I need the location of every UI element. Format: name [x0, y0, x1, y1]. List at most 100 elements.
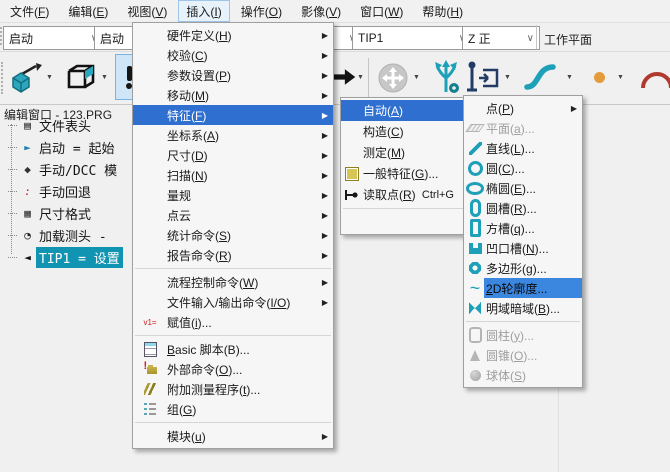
menubar-item[interactable]: 影像(V)	[293, 0, 349, 22]
menubar-item[interactable]: 插入(I)	[178, 0, 229, 22]
startup-combo-1[interactable]: 启动 ∨	[3, 26, 104, 50]
chevron-down-icon[interactable]: ▼	[413, 74, 420, 81]
chevron-down-icon[interactable]: ▼	[101, 74, 108, 81]
chevron-down-icon[interactable]: ▼	[504, 74, 511, 81]
tree-row-text: 文件表头	[36, 115, 94, 136]
chevron-down-icon[interactable]: ∨	[523, 33, 534, 44]
move-command-button[interactable]	[331, 62, 357, 92]
toolbar-separator	[536, 25, 537, 49]
chevron-down-icon[interactable]: ▼	[566, 74, 573, 81]
submenu-arrow-icon: ▶	[314, 231, 333, 240]
menu-item-label: Basic 脚本(B)...	[167, 341, 250, 358]
menubar-item[interactable]: 编辑(E)	[60, 0, 116, 22]
menu-item-label: 椭圆(E)...	[486, 180, 536, 197]
menu-item[interactable]: 模块(u) ▶	[133, 426, 333, 446]
plane-icon	[465, 124, 485, 132]
profile-2d-icon: ~	[470, 278, 481, 299]
menu-item-label: 直线(L)...	[486, 140, 535, 157]
profile-feature-button[interactable]	[521, 58, 563, 96]
menu-item[interactable]: 直线(L)...	[464, 138, 582, 158]
menu-item[interactable]: 圆柱(y)...	[464, 325, 582, 345]
chevron-down-icon[interactable]: ▼	[46, 74, 53, 81]
menu-item[interactable]: 流程控制命令(W) ▶	[133, 272, 333, 292]
auto-features-button[interactable]	[428, 56, 464, 98]
menu-item[interactable]: 一般特征(G)...	[341, 163, 475, 184]
menu-item[interactable]: 点云 ▶	[133, 205, 333, 225]
menu-item[interactable]: 圆槽(R)...	[464, 198, 582, 218]
menubar-item[interactable]: 文件(F)	[2, 0, 57, 22]
menu-item-label: 构造(C)	[363, 123, 404, 140]
menu-item[interactable]: 尺寸(D) ▶	[133, 145, 333, 165]
combo-value: Z 正	[468, 30, 491, 47]
tree-row-text: 手动回退	[36, 181, 94, 202]
menu-item-icon	[464, 243, 486, 254]
black-arrow-icon	[331, 64, 357, 90]
menu-item-icon	[464, 262, 486, 274]
tip-combo[interactable]: TIP1 ∨	[352, 26, 472, 50]
menu-item[interactable]: 圆锥(O)...	[464, 345, 582, 365]
menubar: 文件(F) 编辑(E)视图(V)插入(I)操作(O)影像(V) 窗口(W) 帮助(H)	[0, 0, 670, 23]
menu-item[interactable]: Basic 脚本(B)...	[133, 339, 333, 359]
wire-cube-button[interactable]	[59, 57, 99, 99]
menu-item-icon	[133, 403, 167, 415]
menu-item[interactable]: 明域暗域(B)...	[464, 298, 582, 318]
menu-item[interactable]: 球体(S)	[464, 365, 582, 385]
menu-item[interactable]: 构造(C) ▶	[341, 121, 475, 142]
menu-item[interactable]: 凹口槽(N)...	[464, 238, 582, 258]
menu-item[interactable]: 参数设置(P) ▶	[133, 65, 333, 85]
menu-item[interactable]: 扫描(N) ▶	[133, 165, 333, 185]
menu-item-label: 参数设置(P)	[167, 67, 231, 84]
menu-item[interactable]: 报告命令(R) ▶	[133, 245, 333, 265]
menu-item[interactable]: 移动(M) ▶	[133, 85, 333, 105]
tree-row-icon: ▦	[19, 207, 36, 220]
combo-value: 启动	[9, 30, 33, 47]
menu-item[interactable]: 自动(A) ▶	[341, 100, 475, 121]
menu-item[interactable]: 量规 ▶	[133, 185, 333, 205]
menubar-item-label: 窗口(W)	[360, 3, 403, 20]
move-point-button-disabled	[375, 60, 411, 96]
tree-connector-stub	[8, 213, 17, 214]
menu-item[interactable]: ~ 2D轮廓度...	[464, 278, 582, 298]
menu-item[interactable]: 测定(M) ▶	[341, 142, 475, 163]
menu-item[interactable]: 多边形(g)...	[464, 258, 582, 278]
menu-item[interactable]: 特征(F) ▶	[133, 105, 333, 125]
menu-item[interactable]: 校验(C) ▶	[133, 45, 333, 65]
menu-item-icon	[341, 167, 363, 181]
menu-item[interactable]: 组(G)	[133, 399, 333, 419]
insert-menu: 硬件定义(H) ▶ 校验(C) ▶ 参数设置(P) ▶ 移动(M)	[132, 22, 334, 449]
menubar-item[interactable]: 帮助(H)	[414, 0, 471, 22]
probe-toolbox-button[interactable]	[464, 56, 502, 98]
menubar-item[interactable]: 窗口(W)	[352, 0, 411, 22]
menu-item-label: 点云	[167, 207, 191, 224]
menu-item[interactable]: v1= 赋值(i)...	[133, 312, 333, 332]
menu-item[interactable]: 硬件定义(H) ▶	[133, 25, 333, 45]
menu-item[interactable]: 椭圆(E)...	[464, 178, 582, 198]
menu-item[interactable]: 附加测量程序(t)...	[133, 379, 333, 399]
axis-combo[interactable]: Z 正 ∨	[462, 26, 540, 50]
submenu-arrow-icon: ▶	[314, 298, 333, 307]
point-feature-button[interactable]	[588, 66, 610, 88]
chevron-down-icon[interactable]: ▼	[357, 74, 364, 81]
menu-item[interactable]: 文件输入/输出命令(I/O) ▶	[133, 292, 333, 312]
group-icon	[144, 403, 156, 415]
orange-dot-icon	[594, 72, 605, 83]
menu-item[interactable]: 坐标系(A) ▶	[133, 125, 333, 145]
menu-item[interactable]: 方槽(q)...	[464, 218, 582, 238]
menu-item[interactable]: 统计命令(S) ▶	[133, 225, 333, 245]
toolbar-drag-handle[interactable]	[1, 62, 6, 94]
arc-feature-button[interactable]	[639, 60, 670, 94]
menu-item[interactable]: 外部命令(O)...	[133, 359, 333, 379]
menu-item[interactable]: 读取点(R) Ctrl+G	[341, 184, 475, 205]
cube-arrow-button[interactable]	[8, 57, 44, 99]
menubar-item[interactable]: 视图(V)	[119, 0, 175, 22]
general-feature-icon	[345, 167, 359, 181]
menubar-item[interactable]: 操作(O)	[233, 0, 290, 22]
menu-item[interactable]: 平面(a)...	[464, 118, 582, 138]
menubar-item-label: 文件(F)	[10, 3, 49, 20]
submenu-arrow-icon: ▶	[563, 104, 582, 113]
attach-program-icon	[144, 383, 157, 395]
chevron-down-icon[interactable]: ▼	[617, 74, 624, 81]
menu-item[interactable]: 圆(C)...	[464, 158, 582, 178]
menu-item[interactable]: 点(P) ▶	[464, 98, 582, 118]
combo-value: TIP1	[358, 31, 383, 45]
